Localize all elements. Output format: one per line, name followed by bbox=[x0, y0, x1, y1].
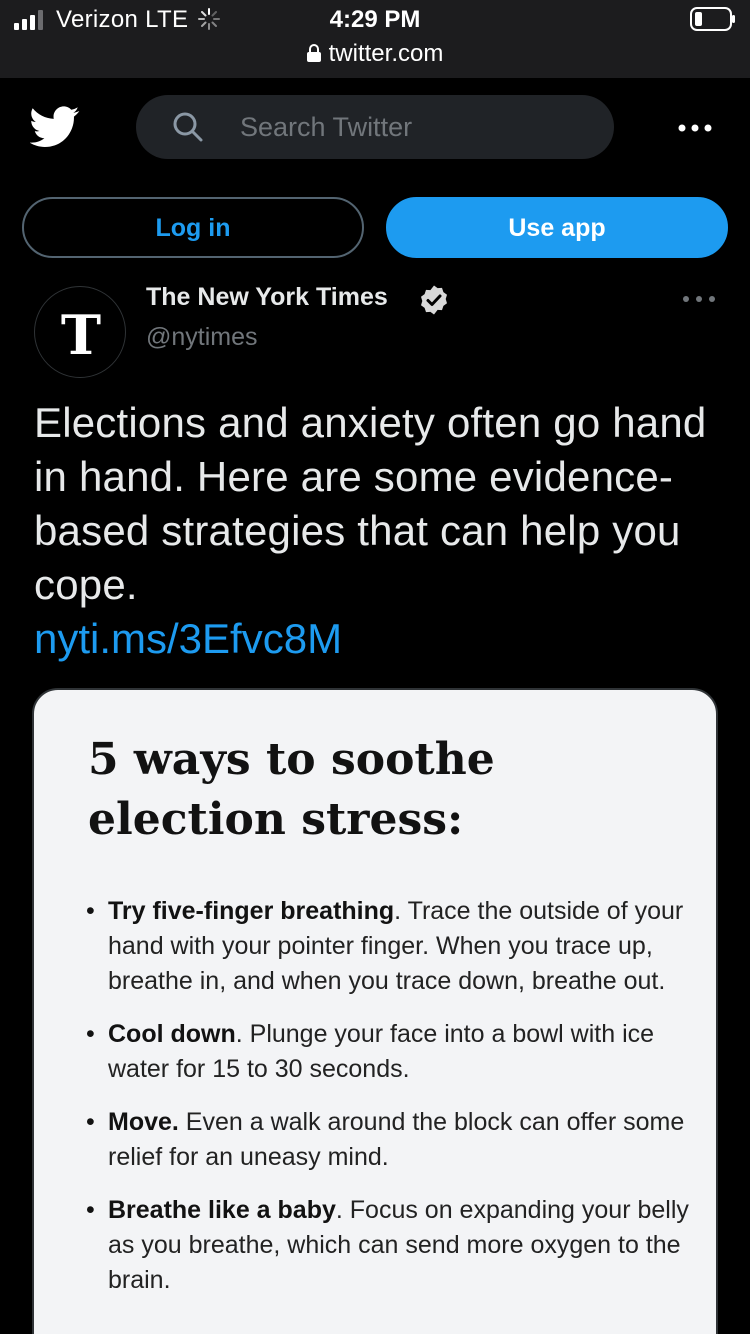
search-box[interactable] bbox=[136, 95, 614, 159]
tip-heading: Cool down bbox=[108, 1020, 236, 1048]
bullet: • bbox=[86, 1196, 95, 1224]
login-button[interactable]: Log in bbox=[22, 197, 364, 258]
list-item: • Try five-finger breathing. Trace the o… bbox=[86, 894, 696, 999]
author-name[interactable]: The New York Times bbox=[146, 283, 388, 312]
battery-icon bbox=[690, 7, 735, 31]
search-input[interactable] bbox=[240, 95, 600, 159]
list-item: • Breathe like a baby. Focus on expandin… bbox=[86, 1193, 696, 1298]
twitter-bird-icon[interactable] bbox=[30, 106, 80, 148]
tweet-text: Elections and anxiety often go hand in h… bbox=[34, 399, 707, 608]
tweet-more-icon[interactable] bbox=[682, 295, 716, 303]
use-app-button[interactable]: Use app bbox=[386, 197, 728, 258]
search-icon bbox=[173, 112, 203, 142]
list-item: • Cool down. Plunge your face into a bow… bbox=[86, 1017, 696, 1087]
tip-heading: Breathe like a baby bbox=[108, 1196, 336, 1224]
tips-list: • Try five-finger breathing. Trace the o… bbox=[86, 894, 696, 1316]
address-bar[interactable]: twitter.com bbox=[0, 40, 750, 68]
tip-heading: Move. bbox=[108, 1108, 179, 1136]
list-item: • Move. Even a walk around the block can… bbox=[86, 1105, 696, 1175]
clock: 4:29 PM bbox=[329, 6, 421, 33]
nyt-logo: T bbox=[60, 303, 102, 367]
tweet-link[interactable]: nyti.ms/3Efvc8M bbox=[34, 612, 342, 666]
more-dots-icon[interactable] bbox=[678, 124, 712, 132]
bullet: • bbox=[86, 1020, 95, 1048]
card-title: 5 ways to soothe election stress: bbox=[88, 734, 495, 845]
tip-body: Even a walk around the block can offer s… bbox=[108, 1108, 685, 1171]
tweet-media-image[interactable]: 5 ways to soothe election stress: • Try … bbox=[32, 688, 718, 1334]
lock-icon bbox=[306, 44, 321, 62]
bullet: • bbox=[86, 1108, 95, 1136]
tip-heading: Try five-finger breathing bbox=[108, 897, 395, 925]
avatar[interactable]: T bbox=[34, 286, 126, 378]
author-handle[interactable]: @nytimes bbox=[146, 323, 258, 352]
bullet: • bbox=[86, 897, 95, 925]
url-text: twitter.com bbox=[328, 40, 444, 67]
verified-badge-icon bbox=[421, 285, 447, 315]
status-bar: Verizon LTE 4:29 PM twitter.com bbox=[0, 0, 750, 78]
